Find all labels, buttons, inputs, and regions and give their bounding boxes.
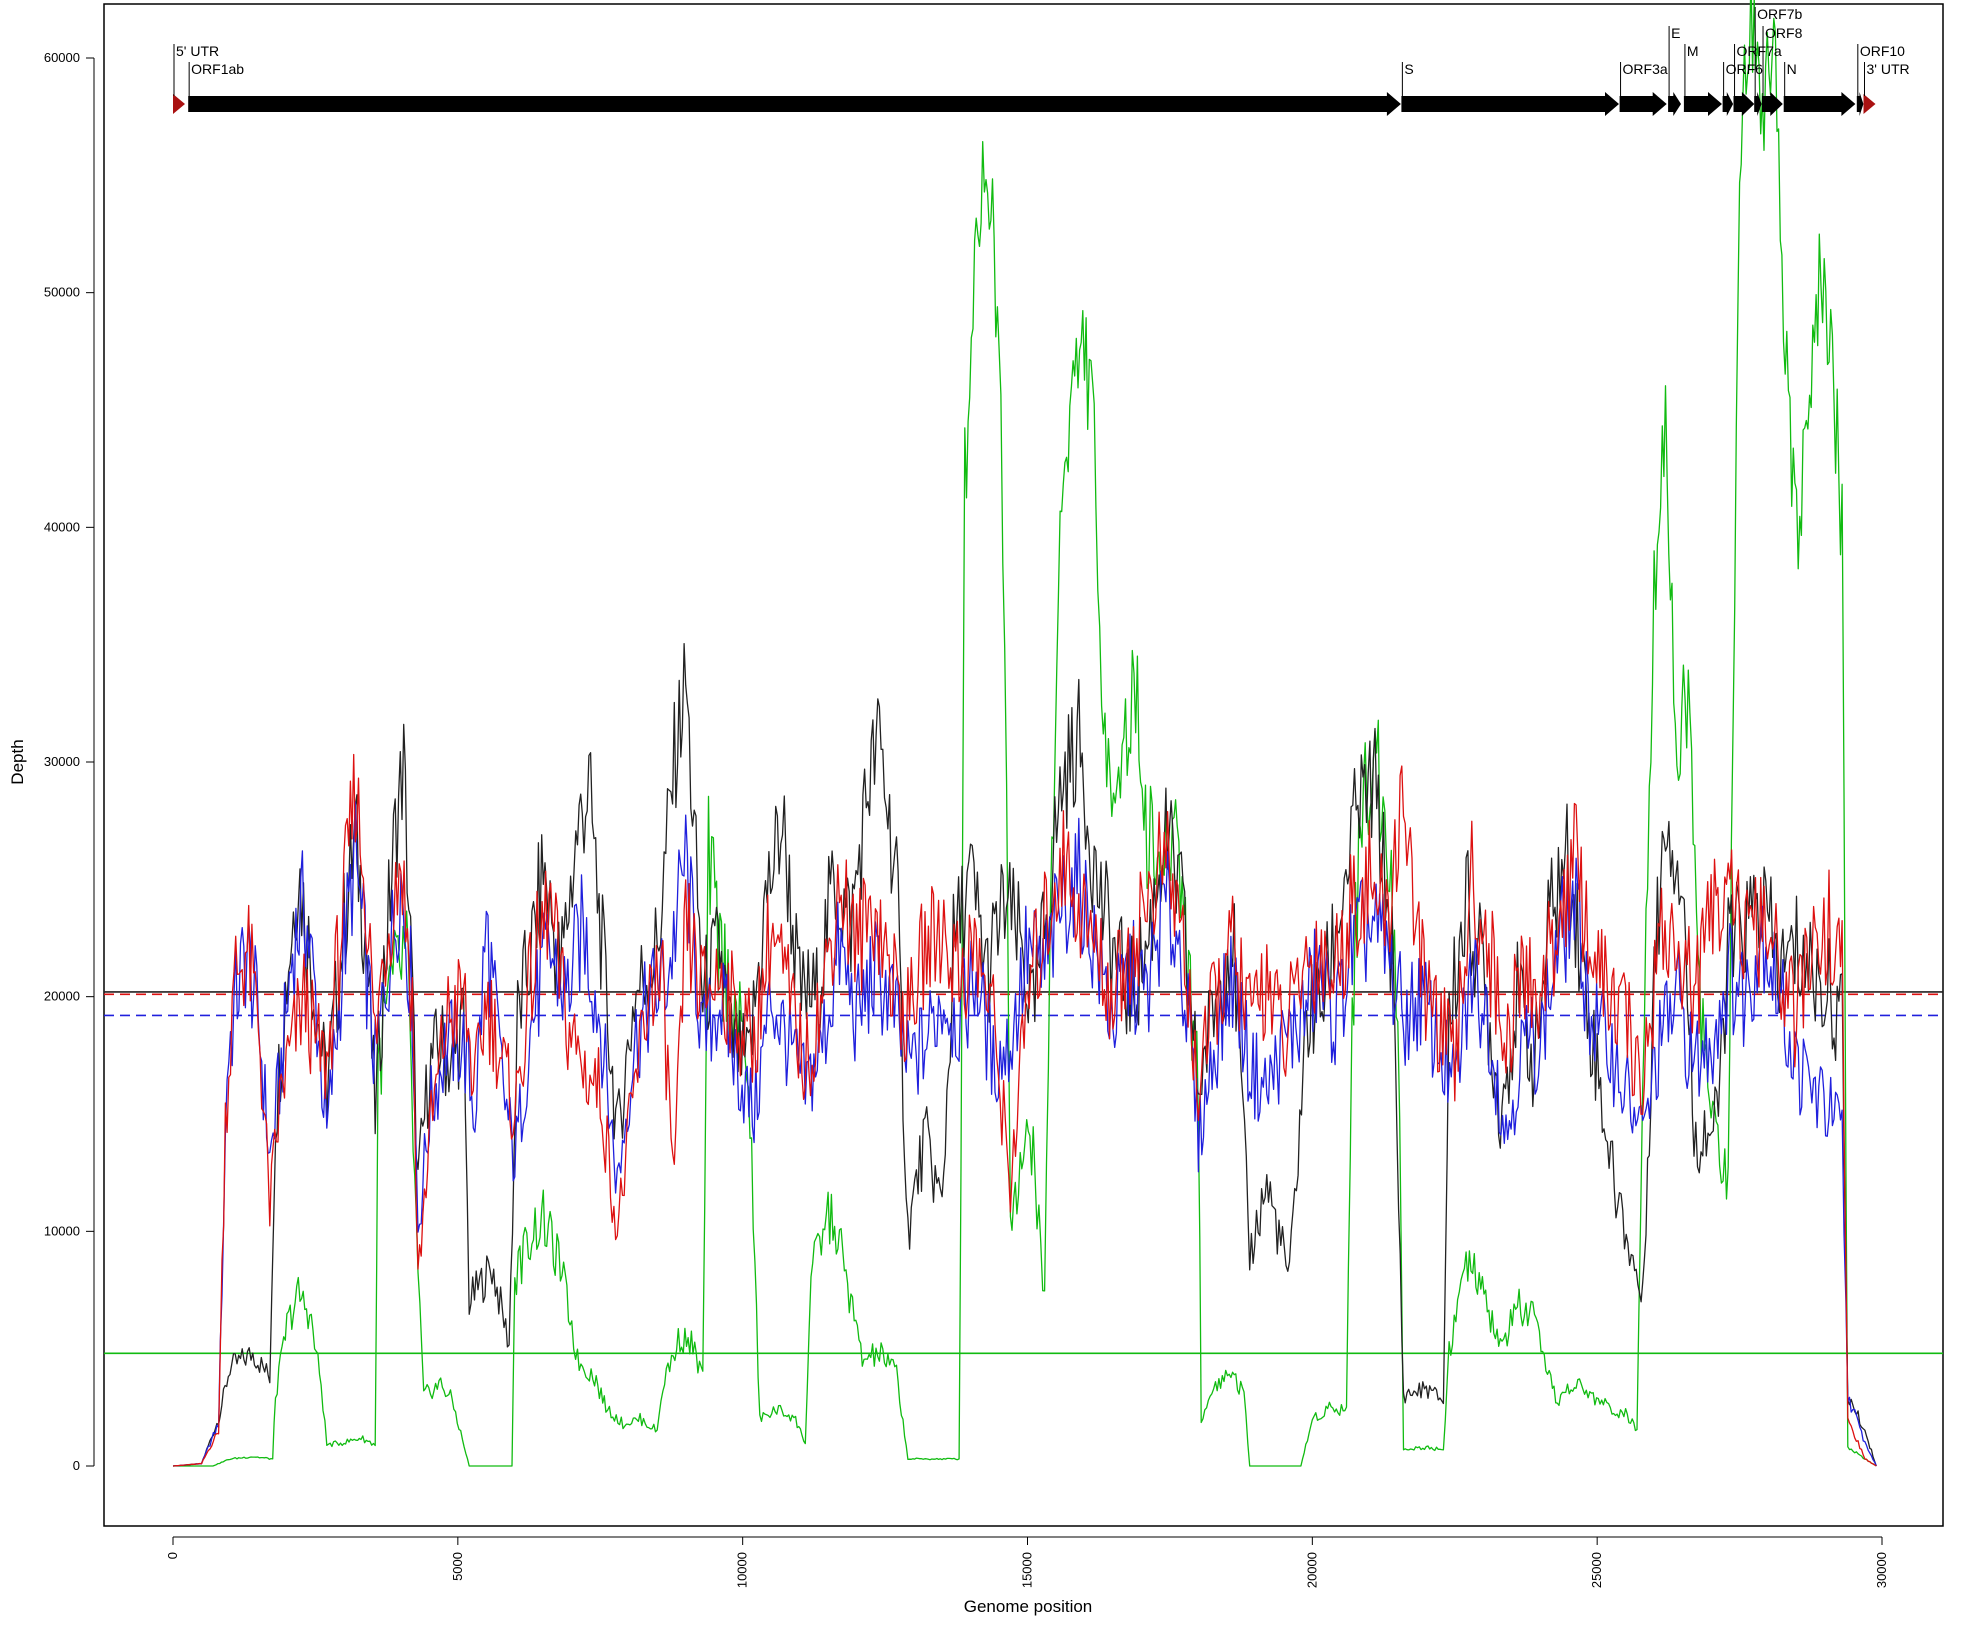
y-tick-label: 0	[73, 1458, 80, 1473]
depth-line	[173, 0, 1877, 1467]
gene-label: S	[1404, 61, 1413, 77]
gene-label: 5' UTR	[176, 43, 219, 59]
y-tick-label: 40000	[44, 519, 80, 534]
x-tick-label: 10000	[735, 1552, 750, 1588]
gene-arrow	[1401, 92, 1619, 116]
gene-label: ORF7a	[1737, 43, 1782, 59]
gene-label: M	[1687, 43, 1699, 59]
gene-label: ORF7b	[1757, 6, 1802, 22]
x-tick-label: 5000	[450, 1552, 465, 1581]
gene-arrow	[1783, 92, 1856, 116]
utr-marker	[173, 94, 185, 114]
y-tick-label: 60000	[44, 50, 80, 65]
utr-marker	[1863, 94, 1876, 114]
genome-annotation-track: 5' UTR ORF1ab S ORF3a EM ORF6 ORF7a ORF7b ORF8 N O…	[173, 6, 1910, 116]
depth-series	[172, 0, 1877, 1467]
plot-frame	[103, 3, 1944, 1527]
coverage-depth-chart: 5' UTR ORF1ab S ORF3a EM ORF6 ORF7a ORF7b ORF8 N O…	[8, 0, 1944, 1616]
gene-label: ORF10	[1860, 43, 1905, 59]
gene-arrow	[1619, 92, 1667, 116]
gene-arrow	[1722, 92, 1734, 116]
depth-line	[172, 643, 1877, 1467]
x-axis-title: Genome position	[964, 1597, 1093, 1616]
x-tick-label: 30000	[1874, 1552, 1889, 1588]
y-tick-label: 20000	[44, 989, 80, 1004]
gene-label: ORF3a	[1623, 61, 1668, 77]
gene-arrow	[1668, 92, 1681, 116]
x-axis: 0 5000 10000 15000 20000 25000 30000	[165, 1536, 1889, 1588]
x-tick-label: 15000	[1020, 1552, 1035, 1588]
y-tick-label: 50000	[44, 285, 80, 300]
x-tick-label: 20000	[1304, 1552, 1319, 1588]
gene-label: ORF8	[1765, 25, 1803, 41]
gene-label: ORF1ab	[191, 61, 244, 77]
x-tick-label: 25000	[1589, 1552, 1604, 1588]
gene-label: N	[1787, 61, 1797, 77]
gene-arrow	[1683, 92, 1722, 116]
y-tick-label: 10000	[44, 1223, 80, 1238]
gene-label: E	[1671, 25, 1680, 41]
gene-arrow	[188, 92, 1401, 116]
gene-label: ORF6	[1726, 61, 1764, 77]
y-axis-title: Depth	[8, 739, 27, 784]
gene-label: 3' UTR	[1866, 61, 1909, 77]
gene-arrow	[1733, 92, 1755, 116]
x-tick-label: 0	[165, 1552, 180, 1559]
y-tick-label: 30000	[44, 754, 80, 769]
y-axis: 0 10000 20000 30000 40000 50000 60000	[44, 50, 95, 1473]
